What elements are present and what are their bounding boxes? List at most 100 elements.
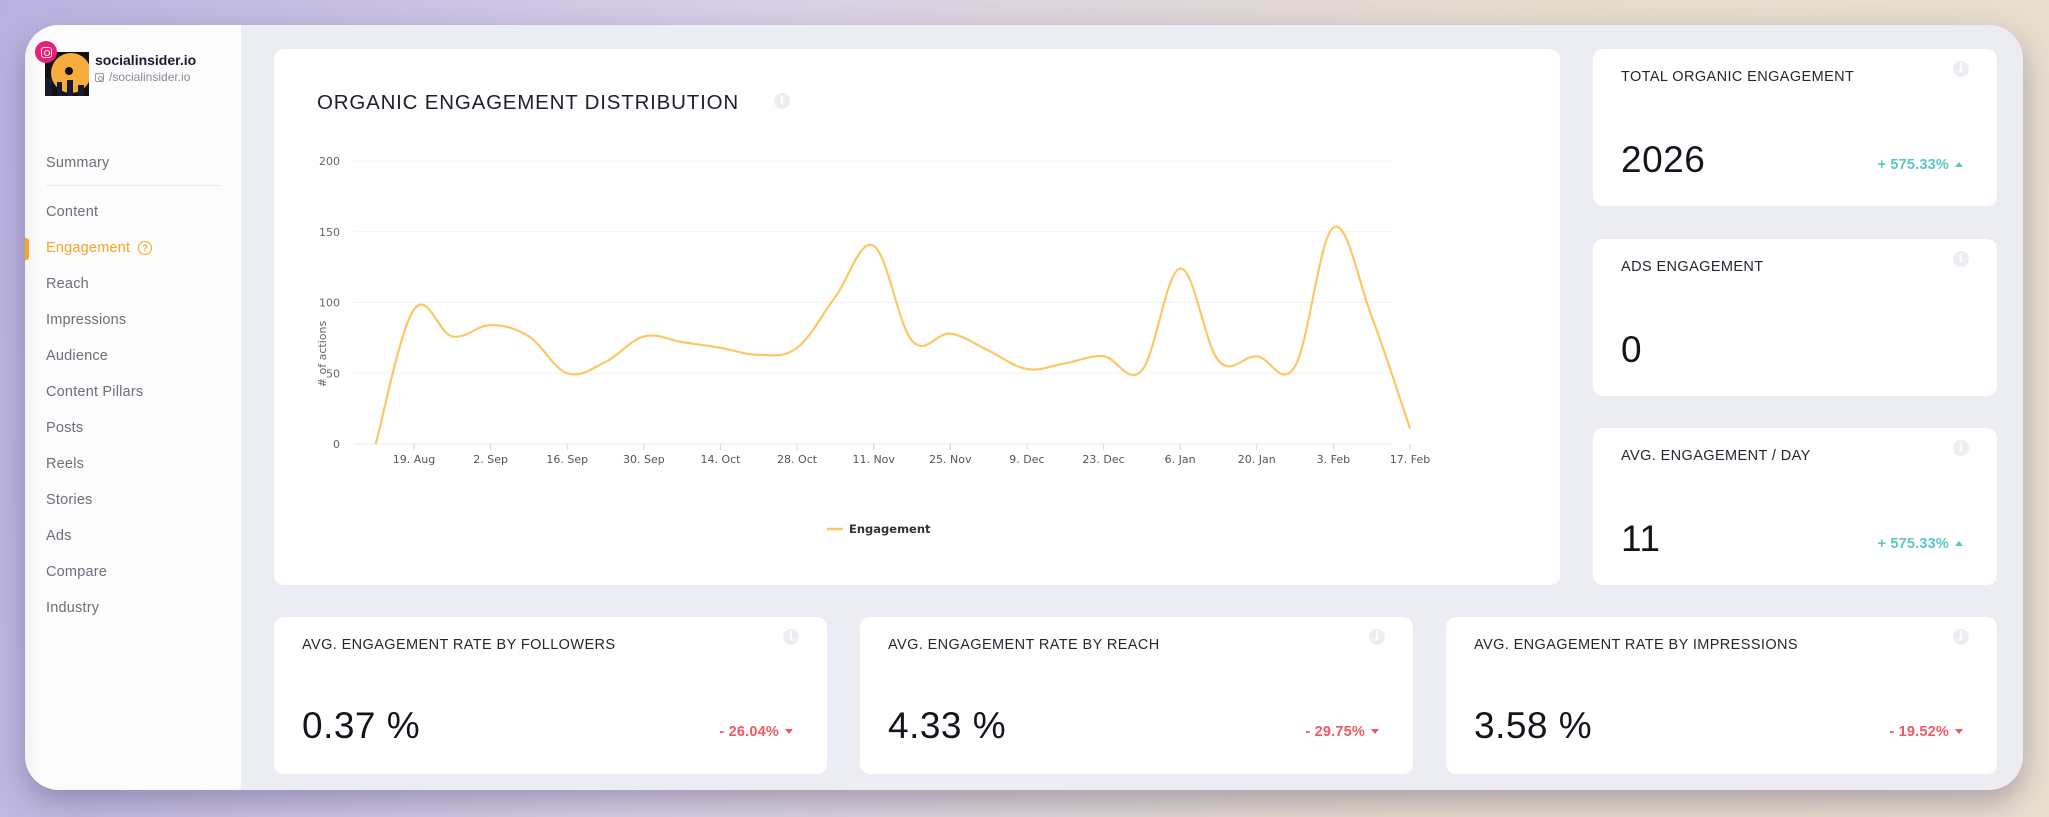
x-tick-label: 20. Jan [1238, 453, 1276, 466]
x-tick-label: 9. Dec [1009, 453, 1044, 466]
stat-change: - 29.75% [1305, 724, 1379, 740]
sidebar-item-ads[interactable]: Ads [25, 518, 241, 554]
stat-card-ads-engagement: ADS ENGAGEMENT i 0 [1593, 239, 1997, 396]
engagement-line-chart: 050100150200 19. Aug 2. Sep 16. Sep 30. Sep… [316, 155, 1430, 536]
sidebar-item-reels[interactable]: Reels [25, 446, 241, 482]
stat-change: - 26.04% [719, 724, 793, 740]
sidebar-item-label: Content [46, 204, 99, 220]
sidebar-item-content[interactable]: Content [25, 194, 241, 230]
sidebar-nav: Summary Content Engagement? Reach Impres… [25, 145, 241, 626]
sidebar-item-stories[interactable]: Stories [25, 482, 241, 518]
stat-value: 0.37 % [302, 705, 421, 746]
profile-handle: /socialinsider.io [95, 69, 196, 85]
y-axis-label: # of actions [316, 321, 329, 388]
y-tick-label: 150 [319, 226, 340, 239]
stat-value: 0 [1621, 329, 1643, 370]
y-tick-label: 0 [333, 438, 340, 451]
stat-card-er-reach: AVG. ENGAGEMENT RATE BY REACH i 4.33 % -… [860, 617, 1413, 774]
info-icon[interactable]: i [1953, 440, 1969, 456]
help-icon[interactable]: ? [138, 241, 153, 255]
x-tick-label: 16. Sep [546, 453, 588, 466]
x-tick-label: 17. Feb [1390, 453, 1430, 466]
sidebar-item-audience[interactable]: Audience [25, 338, 241, 374]
x-tick-label: 3. Feb [1317, 453, 1350, 466]
sidebar-item-label: Reach [46, 276, 89, 292]
stat-title: ADS ENGAGEMENT [1621, 259, 1764, 275]
x-tick-label: 14. Oct [700, 453, 741, 466]
arrow-down-icon [785, 729, 793, 734]
sidebar-item-label: Reels [46, 456, 85, 472]
sidebar-item-industry[interactable]: Industry [25, 590, 241, 626]
sidebar-item-label: Engagement [46, 240, 131, 256]
arrow-up-icon [1955, 541, 1963, 546]
instagram-icon [95, 72, 104, 82]
profile-header[interactable]: socialinsider.io /socialinsider.io [45, 51, 196, 96]
x-tick-label: 11. Nov [852, 453, 895, 466]
app-window: socialinsider.io /socialinsider.io Summa… [25, 25, 2023, 790]
x-tick-label: 19. Aug [393, 453, 435, 466]
sidebar-item-label: Industry [46, 600, 100, 616]
x-axis-ticks: 19. Aug 2. Sep 16. Sep 30. Sep 14. Oct 28. Oc… [393, 444, 1430, 466]
sidebar-item-label: Compare [46, 564, 108, 580]
y-tick-label: 100 [319, 297, 340, 310]
sidebar-item-reach[interactable]: Reach [25, 266, 241, 302]
engagement-distribution-card: ORGANIC ENGAGEMENT DISTRIBUTION i 0 50 100… [274, 49, 1560, 585]
sidebar-item-label: Stories [46, 492, 93, 508]
stat-value: 11 [1621, 518, 1661, 559]
main-content: ORGANIC ENGAGEMENT DISTRIBUTION i 0 50 100… [241, 25, 2023, 790]
stat-value: 2026 [1621, 139, 1706, 180]
info-icon[interactable]: i [1369, 629, 1385, 645]
stat-title: AVG. ENGAGEMENT RATE BY FOLLOWERS [302, 637, 616, 653]
series-points [372, 224, 1414, 448]
stat-change: + 575.33% [1877, 157, 1963, 173]
stat-card-avg-engagement-day: AVG. ENGAGEMENT / DAY i 11 + 575.33% [1593, 428, 1997, 585]
x-tick-label: 23. Dec [1082, 453, 1124, 466]
stat-change-text: - 26.04% [719, 724, 779, 740]
instagram-badge-icon [35, 41, 57, 63]
info-icon[interactable]: i [1953, 629, 1969, 645]
x-tick-label: 28. Oct [777, 453, 818, 466]
x-tick-label: 6. Jan [1165, 453, 1196, 466]
stat-title: AVG. ENGAGEMENT / DAY [1621, 448, 1811, 464]
sidebar-item-compare[interactable]: Compare [25, 554, 241, 590]
sidebar-item-label: Summary [46, 155, 110, 171]
stat-change: + 575.33% [1877, 536, 1963, 552]
info-icon[interactable]: i [1953, 251, 1969, 267]
legend-label: Engagement [849, 522, 931, 536]
sidebar-item-content-pillars[interactable]: Content Pillars [25, 374, 241, 410]
x-tick-label: 30. Sep [623, 453, 665, 466]
stat-card-er-impressions: AVG. ENGAGEMENT RATE BY IMPRESSIONS i 3.… [1446, 617, 1997, 774]
chart-gridlines [354, 160, 1392, 445]
sidebar-item-label: Ads [46, 528, 72, 544]
sidebar-item-label: Content Pillars [46, 384, 144, 400]
y-tick-label: 200 [319, 155, 340, 168]
sidebar-item-impressions[interactable]: Impressions [25, 302, 241, 338]
sidebar-item-label: Impressions [46, 312, 127, 328]
stat-change-text: - 19.52% [1889, 724, 1949, 740]
arrow-up-icon [1955, 162, 1963, 167]
stat-change-text: - 29.75% [1305, 724, 1365, 740]
stat-card-total-organic-engagement: TOTAL ORGANIC ENGAGEMENT i 2026 + 575.33… [1593, 49, 1997, 206]
sidebar-item-engagement[interactable]: Engagement? [25, 230, 241, 266]
stat-title: AVG. ENGAGEMENT RATE BY IMPRESSIONS [1474, 637, 1798, 653]
sidebar-item-summary[interactable]: Summary [25, 145, 241, 181]
stat-change: - 19.52% [1889, 724, 1963, 740]
info-icon[interactable]: i [783, 629, 799, 645]
y-axis-ticks: 050100150200 [319, 155, 340, 451]
chart-legend[interactable]: Engagement [827, 522, 931, 536]
profile-name: socialinsider.io [95, 52, 197, 68]
x-tick-label: 2. Sep [473, 453, 508, 466]
sidebar-divider [46, 185, 221, 186]
sidebar-item-label: Audience [46, 348, 109, 364]
stat-change-text: + 575.33% [1877, 536, 1949, 552]
info-icon[interactable]: i [1953, 61, 1969, 77]
stat-change-text: + 575.33% [1877, 157, 1949, 173]
sidebar-item-label: Posts [46, 420, 84, 436]
profile-handle-text: /socialinsider.io [109, 70, 191, 84]
stat-title: AVG. ENGAGEMENT RATE BY REACH [888, 637, 1160, 653]
stat-card-er-followers: AVG. ENGAGEMENT RATE BY FOLLOWERS i 0.37… [274, 617, 827, 774]
sidebar: socialinsider.io /socialinsider.io Summa… [25, 25, 241, 790]
sidebar-item-posts[interactable]: Posts [25, 410, 241, 446]
stat-title: TOTAL ORGANIC ENGAGEMENT [1621, 69, 1855, 85]
x-tick-label: 25. Nov [929, 453, 972, 466]
